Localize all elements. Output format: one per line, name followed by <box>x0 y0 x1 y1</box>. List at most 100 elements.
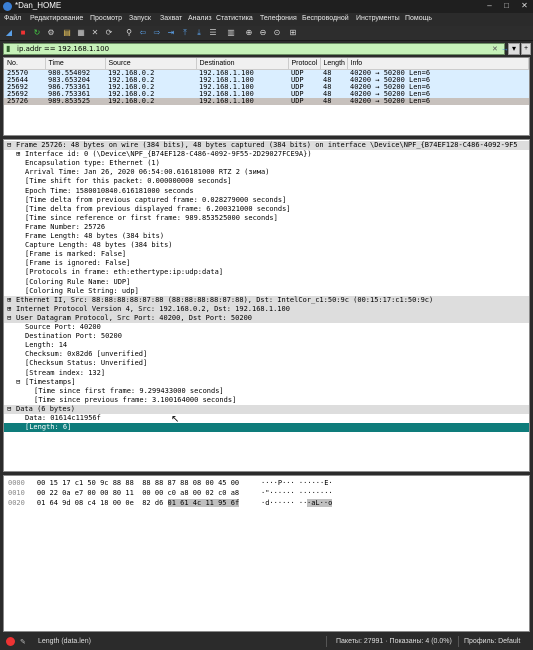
hex-row[interactable]: 0010 00 22 0a e7 00 00 80 11 00 00 c0 a8 … <box>8 489 333 499</box>
last-packet-icon[interactable]: ⤓ <box>194 28 204 38</box>
tree-node[interactable]: [Coloring Rule Name: UDP] <box>4 278 529 287</box>
tree-node[interactable]: [Frame is marked: False] <box>4 250 529 259</box>
maximize-button[interactable]: □ <box>500 1 513 11</box>
open-file-icon[interactable]: ▤ <box>62 28 72 38</box>
tree-node[interactable]: Capture Length: 48 bytes (384 bits) <box>4 241 529 250</box>
expand-icon[interactable]: ⊞ <box>16 150 25 159</box>
menu-wireless[interactable]: Беспроводной <box>302 15 349 22</box>
column-header-no[interactable]: No. <box>4 58 46 70</box>
colorize-icon[interactable]: ▥ <box>226 28 236 38</box>
packet-cell: 40200 → 50200 Len=6 <box>347 90 529 98</box>
options-gear-icon[interactable]: ⚙ <box>46 28 56 38</box>
tree-node[interactable]: ⊟ [Timestamps] <box>4 378 529 387</box>
tree-node[interactable]: [Time since first frame: 9.299433000 sec… <box>4 387 529 396</box>
first-packet-icon[interactable]: ⤒ <box>180 28 190 38</box>
menu-statistics[interactable]: Статистика <box>216 15 253 22</box>
resize-columns-icon[interactable]: ⊞ <box>288 28 298 38</box>
tree-node[interactable]: [Time delta from previous captured frame… <box>4 196 529 205</box>
find-icon[interactable]: ⚲ <box>124 28 134 38</box>
forward-icon[interactable]: ⇨ <box>152 28 162 38</box>
shark-fin-start-icon[interactable]: ◢ <box>4 28 14 38</box>
column-header-info[interactable]: Info <box>347 58 529 70</box>
add-filter-button[interactable]: + <box>521 43 531 55</box>
menu-capture[interactable]: Захват <box>160 15 182 22</box>
column-header-length[interactable]: Length <box>320 58 348 70</box>
column-header-source[interactable]: Source <box>105 58 197 70</box>
filter-history-dropdown[interactable]: ▾ <box>508 43 520 55</box>
menu-file[interactable]: Файл <box>4 15 21 22</box>
tree-node[interactable]: Destination Port: 50200 <box>4 332 529 341</box>
collapse-icon[interactable]: ⊟ <box>16 378 25 387</box>
tree-node[interactable]: [Checksum Status: Unverified] <box>4 359 529 368</box>
minimize-button[interactable]: – <box>483 1 496 11</box>
collapse-icon[interactable]: ⊟ <box>7 405 16 414</box>
bookmark-icon[interactable]: ▮ <box>6 44 10 53</box>
column-header-protocol[interactable]: Protocol <box>288 58 321 70</box>
go-to-packet-icon[interactable]: ⇥ <box>166 28 176 38</box>
zoom-reset-icon[interactable]: ⊙ <box>272 28 282 38</box>
tree-node[interactable]: [Frame is ignored: False] <box>4 259 529 268</box>
packet-cell: 25570 <box>4 69 45 77</box>
zoom-in-icon[interactable]: ⊕ <box>244 28 254 38</box>
expand-icon[interactable]: ⊞ <box>7 305 16 314</box>
tree-node[interactable]: Data: 01614c11956f <box>4 414 529 423</box>
close-button[interactable]: ✕ <box>518 1 531 11</box>
tree-node[interactable]: ⊞ Internet Protocol Version 4, Src: 192.1… <box>4 304 529 314</box>
tree-node[interactable]: ⊞ Interface id: 0 (\Device\NPF_{B74EF128-… <box>4 150 529 159</box>
menu-edit[interactable]: Редактирование <box>30 15 83 22</box>
menu-telephony[interactable]: Телефония <box>260 15 297 22</box>
profile-indicator[interactable]: Профиль: Default <box>464 638 520 645</box>
tree-node[interactable]: Source Port: 40200 <box>4 323 529 332</box>
back-icon[interactable]: ⇦ <box>138 28 148 38</box>
tree-node[interactable]: [Time shift for this packet: 0.000000000… <box>4 177 529 186</box>
packet-row[interactable]: 25570 980.554092 192.168.0.2 192.168.1.100 U… <box>4 69 529 77</box>
tree-node[interactable]: Frame Length: 48 bytes (384 bits) <box>4 232 529 241</box>
collapse-icon[interactable]: ⊟ <box>7 141 16 150</box>
tree-node[interactable]: Frame Number: 25726 <box>4 223 529 232</box>
menu-go[interactable]: Запуск <box>129 15 151 22</box>
tree-node[interactable]: [Coloring Rule String: udp] <box>4 287 529 296</box>
column-header-destination[interactable]: Destination <box>196 58 289 70</box>
tree-node[interactable]: ⊞ Ethernet II, Src: 88:88:88:88:87:88 (88… <box>4 295 529 305</box>
tree-node[interactable]: Length: 14 <box>4 341 529 350</box>
tree-node[interactable]: [Time since previous frame: 3.100164000 … <box>4 396 529 405</box>
packet-row[interactable]: 25644 983.653204 192.168.0.2 192.168.1.100 U… <box>4 76 529 84</box>
tree-node[interactable]: [Time since reference or first frame: 98… <box>4 214 529 223</box>
save-icon[interactable]: ▦ <box>76 28 86 38</box>
edit-comment-icon[interactable]: ✎ <box>20 638 26 646</box>
expand-icon[interactable]: ⊞ <box>7 296 16 305</box>
hex-row[interactable]: 0020 01 64 9d 08 c4 18 00 0e 82 d6 01 61 … <box>8 499 333 509</box>
packet-row[interactable]: 25726 989.853525 192.168.0.2 192.168.1.100 U… <box>4 97 529 105</box>
status-bar: ✎ Length (data.len) Пакеты: 27991 · Пока… <box>0 633 533 650</box>
tree-node[interactable]: Epoch Time: 1580010840.616181000 seconds <box>4 187 529 196</box>
autoscroll-icon[interactable]: ☰ <box>208 28 218 38</box>
tree-node[interactable]: [Time delta from previous displayed fram… <box>4 205 529 214</box>
tree-node[interactable]: [Protocols in frame: eth:ethertype:ip:ud… <box>4 268 529 277</box>
stop-icon[interactable]: ■ <box>18 28 28 38</box>
reload-icon[interactable]: ⟳ <box>104 28 114 38</box>
hex-row[interactable]: 0000 00 15 17 c1 50 9c 88 88 88 88 87 88 … <box>8 479 333 489</box>
column-header-time[interactable]: Time <box>45 58 106 70</box>
filter-text[interactable]: ip.addr == 192.168.1.100 <box>17 45 109 53</box>
menu-help[interactable]: Помощь <box>405 15 432 22</box>
tree-node[interactable]: ⊟ Frame 25726: 48 bytes on wire (384 bits… <box>4 141 529 150</box>
packet-row[interactable]: 25692 986.753361 192.168.0.2 192.168.1.100 U… <box>4 83 529 91</box>
tree-node[interactable]: Encapsulation type: Ethernet (1) <box>4 159 529 168</box>
packet-row[interactable]: 25692 986.753361 192.168.0.2 192.168.1.100 U… <box>4 90 529 98</box>
tree-node[interactable]: [Length: 6] <box>4 423 529 433</box>
expert-info-icon[interactable] <box>6 637 15 646</box>
tree-node[interactable]: ⊟ Data (6 bytes) <box>4 404 529 414</box>
menu-tools[interactable]: Инструменты <box>356 15 400 22</box>
menu-view[interactable]: Просмотр <box>90 15 122 22</box>
zoom-out-icon[interactable]: ⊖ <box>258 28 268 38</box>
close-file-icon[interactable]: ✕ <box>90 28 100 38</box>
tree-node[interactable]: Checksum: 0x82d6 [unverified] <box>4 350 529 359</box>
tree-node[interactable]: [Stream index: 132] <box>4 369 529 378</box>
restart-icon[interactable]: ↻ <box>32 28 42 38</box>
tree-node[interactable]: Arrival Time: Jan 26, 2020 06:54:00.6161… <box>4 168 529 177</box>
menu-analyze[interactable]: Анализ <box>188 15 212 22</box>
tree-node[interactable]: ⊟ User Datagram Protocol, Src Port: 40200… <box>4 313 529 323</box>
collapse-icon[interactable]: ⊟ <box>7 314 16 323</box>
clear-filter-icon[interactable]: ✕ <box>492 45 498 53</box>
display-filter-input[interactable]: ▮ ip.addr == 192.168.1.100 ✕ → <box>3 43 509 55</box>
